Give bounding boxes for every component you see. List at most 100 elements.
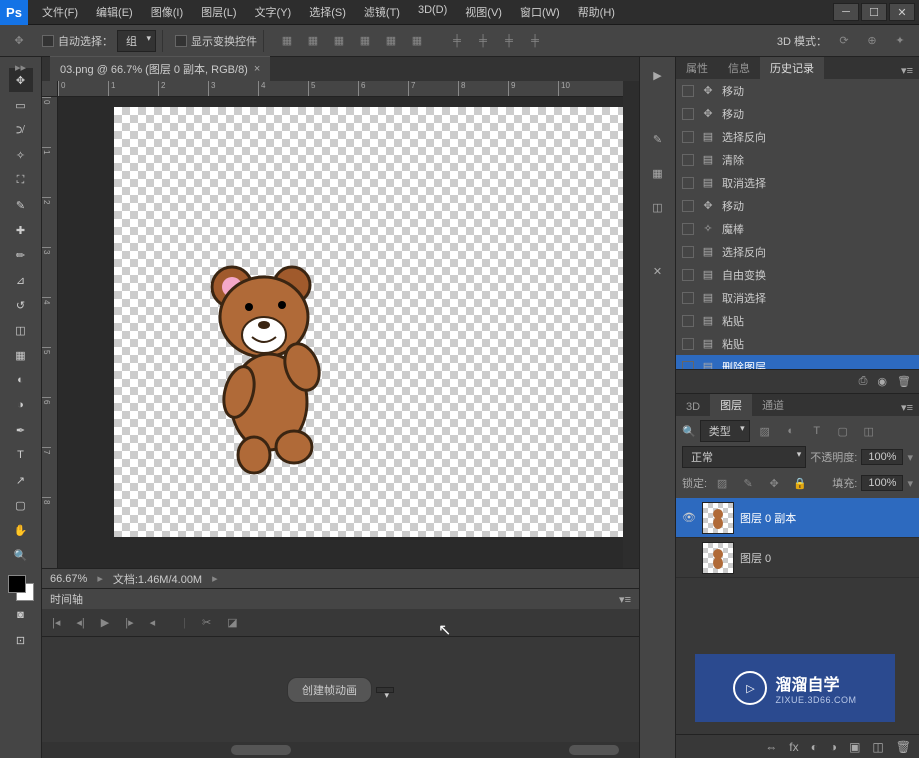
history-checkbox[interactable] [682,292,694,304]
lock-paint-icon[interactable]: ✎ [737,472,759,494]
menu-file[interactable]: 文件(F) [34,0,86,24]
3d-icon[interactable]: ⊕ [861,30,883,52]
history-item[interactable]: ▤选择反向 [676,125,919,148]
3d-icon[interactable]: ⟳ [833,30,855,52]
screen-mode-tool[interactable]: ⊡ [9,628,33,652]
gradient-tool[interactable]: ▦ [9,343,33,367]
quickmask-tool[interactable]: ◙ [9,603,33,627]
fx-icon[interactable]: fx [789,740,798,754]
history-checkbox[interactable] [682,131,694,143]
viewport[interactable] [58,97,623,568]
show-transform-checkbox[interactable] [175,35,187,47]
swatches-panel-icon[interactable]: ▦ [646,161,670,185]
layer-item[interactable]: 👁 图层 0 副本 [676,498,919,538]
menu-edit[interactable]: 编辑(E) [88,0,141,24]
history-checkbox[interactable] [682,85,694,97]
folder-icon[interactable]: ▣ [849,740,860,754]
tab-history[interactable]: 历史记录 [760,57,824,79]
history-brush-tool[interactable]: ↺ [9,293,33,317]
menu-type[interactable]: 文字(Y) [247,0,300,24]
layer-name[interactable]: 图层 0 [740,550,771,566]
layer-thumbnail[interactable] [702,542,734,574]
create-animation-combo[interactable] [376,687,394,693]
pen-tool[interactable]: ✒ [9,418,33,442]
styles-panel-icon[interactable]: ◫ [646,195,670,219]
zoom-tool[interactable]: 🔍 [9,543,33,567]
layer-item[interactable]: 图层 0 [676,538,919,578]
panel-menu-icon[interactable]: ▾≡ [895,399,919,416]
wand-tool[interactable]: ✧ [9,143,33,167]
play-icon[interactable]: ▶ [101,616,109,629]
mask-icon[interactable]: ◐ [811,740,818,754]
filter-shape-icon[interactable]: ▢ [832,420,854,442]
menu-filter[interactable]: 滤镜(T) [356,0,408,24]
scrollbar-thumb[interactable] [231,745,291,755]
close-button[interactable]: ✕ [889,3,915,21]
filter-kind-combo[interactable]: 类型 [700,420,750,442]
menu-select[interactable]: 选择(S) [301,0,354,24]
panel-menu-icon[interactable]: ▾≡ [895,62,919,79]
history-checkbox[interactable] [682,315,694,327]
align-icon[interactable]: ▦ [302,30,324,52]
auto-select-checkbox[interactable] [42,35,54,47]
distribute-icon[interactable]: ╪ [472,30,494,52]
fill-value[interactable]: 100% [861,475,903,491]
lock-move-icon[interactable]: ✥ [763,472,785,494]
history-item[interactable]: ▤删除图层 [676,355,919,369]
trash-icon[interactable]: 🗑 [896,740,911,754]
create-frame-animation-button[interactable]: 创建帧动画 [287,677,372,703]
align-icon[interactable]: ▦ [328,30,350,52]
history-item[interactable]: ▤取消选择 [676,171,919,194]
filter-smart-icon[interactable]: ◫ [858,420,880,442]
distribute-icon[interactable]: ╪ [446,30,468,52]
align-icon[interactable]: ▦ [380,30,402,52]
fg-color[interactable] [8,575,26,593]
cut-icon[interactable]: ✂ [202,616,211,629]
shape-tool[interactable]: ▢ [9,493,33,517]
menu-3d[interactable]: 3D(D) [410,0,455,24]
history-item[interactable]: ✥移动 [676,194,919,217]
hand-tool[interactable]: ✋ [9,518,33,542]
play-panel-icon[interactable]: ▶ [646,63,670,87]
visibility-icon[interactable]: 👁 [682,511,696,524]
scrollbar-thumb[interactable] [569,745,619,755]
prev-frame-icon[interactable]: ◂| [76,616,84,629]
align-icon[interactable]: ▦ [276,30,298,52]
history-item[interactable]: ✧魔棒 [676,217,919,240]
stamp-tool[interactable]: ⊿ [9,268,33,292]
history-item[interactable]: ▤自由变换 [676,263,919,286]
new-snapshot-icon[interactable]: ⎙ [859,375,868,388]
history-checkbox[interactable] [682,200,694,212]
auto-select-combo[interactable]: 组 [117,30,156,52]
history-checkbox[interactable] [682,338,694,350]
3d-icon[interactable]: ✦ [889,30,911,52]
blend-mode-combo[interactable]: 正常 [682,446,806,468]
history-checkbox[interactable] [682,223,694,235]
history-item[interactable]: ▤清除 [676,148,919,171]
distribute-icon[interactable]: ╪ [524,30,546,52]
heal-tool[interactable]: ✚ [9,218,33,242]
history-checkbox[interactable] [682,154,694,166]
history-item[interactable]: ▤取消选择 [676,286,919,309]
minimize-button[interactable]: ─ [833,3,859,21]
menu-layer[interactable]: 图层(L) [193,0,244,24]
history-item[interactable]: ✥移动 [676,102,919,125]
tab-3d[interactable]: 3D [676,398,710,416]
adjustments-panel-icon[interactable]: ✕ [646,259,670,283]
layer-name[interactable]: 图层 0 副本 [740,510,796,526]
opacity-value[interactable]: 100% [861,449,903,465]
dodge-tool[interactable]: ◑ [9,393,33,417]
document-tab[interactable]: 03.png @ 66.7% (图层 0 副本, RGB/8) × [50,56,270,81]
tab-layers[interactable]: 图层 [710,394,752,416]
history-checkbox[interactable] [682,108,694,120]
layer-thumbnail[interactable] [702,502,734,534]
timeline-scrollbar[interactable] [42,742,639,758]
blur-tool[interactable]: ◐ [9,368,33,392]
ruler-horizontal[interactable]: 012345678910 [58,81,623,97]
history-checkbox[interactable] [682,361,694,370]
camera-icon[interactable]: ◉ [877,375,887,388]
filter-adjust-icon[interactable]: ◐ [780,420,802,442]
history-item[interactable]: ✥移动 [676,79,919,102]
history-item[interactable]: ▤粘贴 [676,332,919,355]
eyedropper-tool[interactable]: ✎ [9,193,33,217]
